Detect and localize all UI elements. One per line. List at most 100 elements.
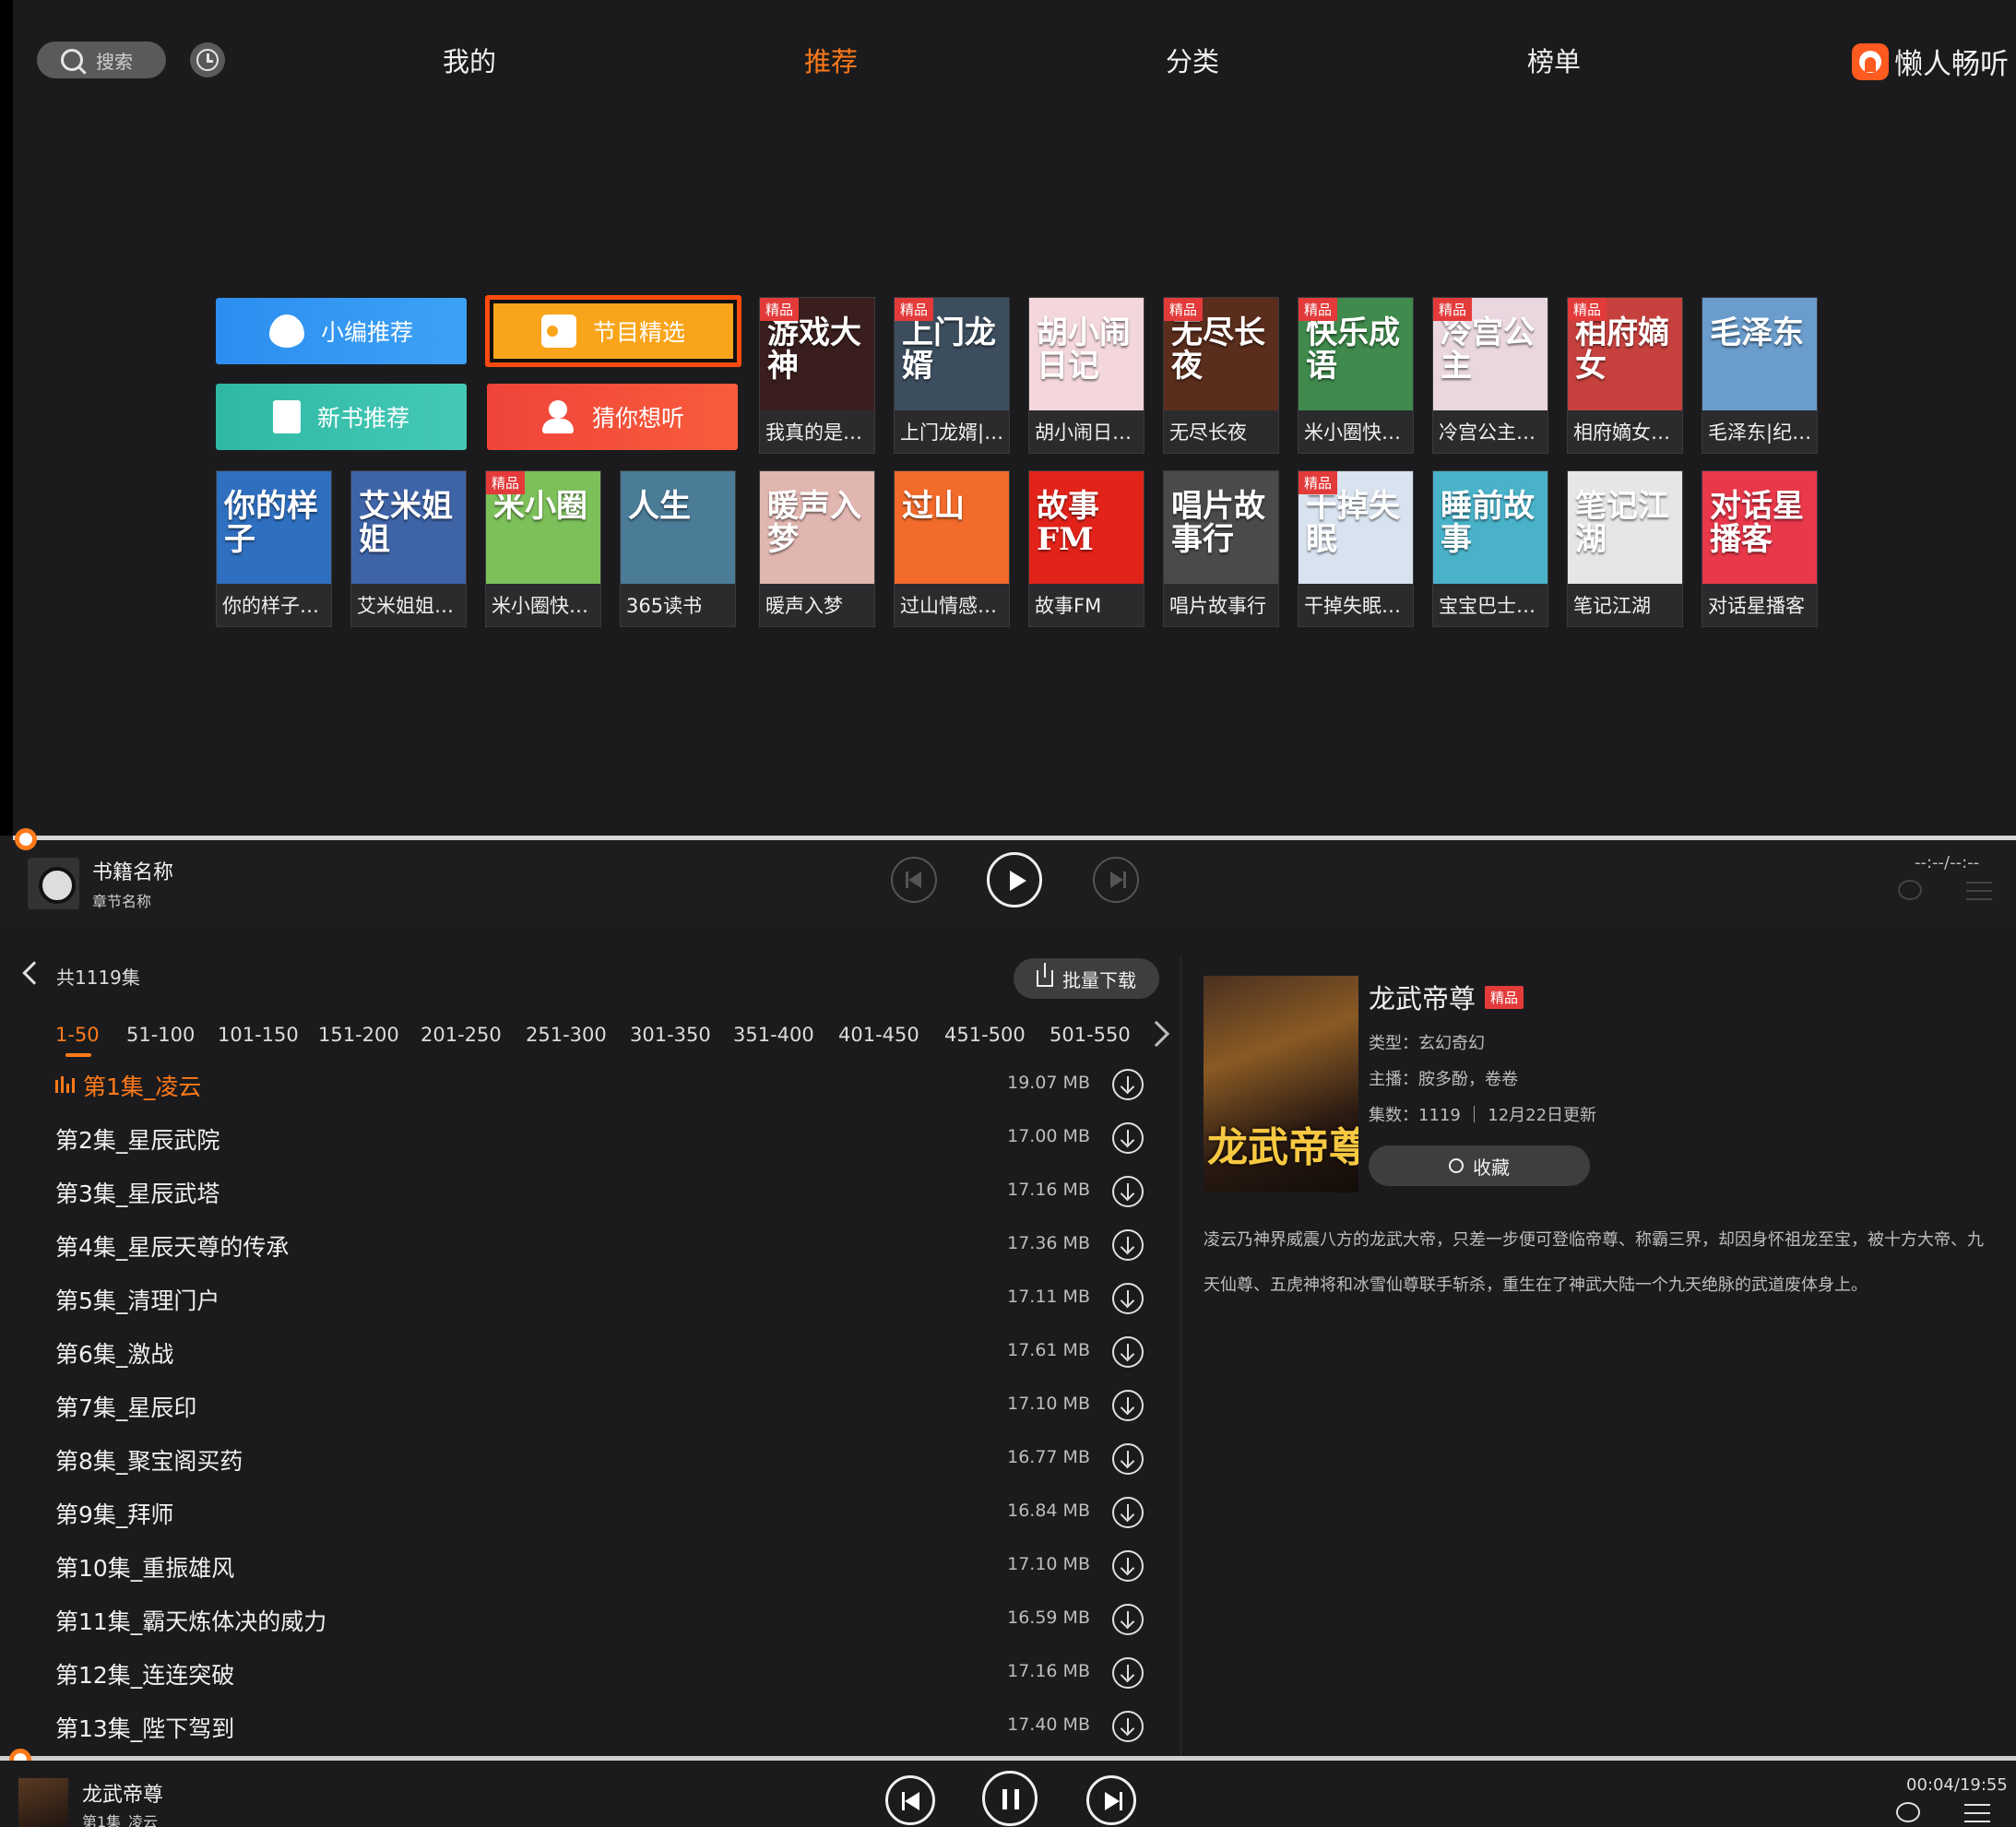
range-tab[interactable]: 401-450: [838, 1024, 919, 1046]
tab-mine[interactable]: 我的: [443, 41, 496, 79]
range-tab[interactable]: 451-500: [944, 1024, 1026, 1046]
mini-chapter-name: 章节名称: [92, 893, 152, 910]
prev-track-icon[interactable]: [885, 1775, 935, 1825]
new-books-button[interactable]: 新书推荐: [216, 384, 467, 450]
range-tab[interactable]: 51-100: [126, 1024, 195, 1046]
episode-title: 第1集_凌云: [83, 1074, 202, 1100]
editor-picks-button[interactable]: 小编推荐: [216, 298, 467, 364]
book-tile[interactable]: 干掉失眠 精品 干掉失眠…: [1298, 470, 1414, 627]
download-circle-icon[interactable]: [1112, 1390, 1144, 1421]
editor-picks-label: 小编推荐: [320, 319, 413, 346]
download-circle-icon[interactable]: [1112, 1711, 1144, 1742]
tab-category[interactable]: 分类: [1166, 41, 1219, 79]
episode-row[interactable]: 第5集_清理门户 17.11 MB: [55, 1272, 1144, 1325]
prev-icon[interactable]: [891, 857, 937, 903]
book-tile-cover-text: 无尽长夜: [1171, 314, 1265, 385]
top-progress-knob[interactable]: [15, 828, 37, 850]
episode-row[interactable]: 第8集_聚宝阁买药 16.77 MB: [55, 1432, 1144, 1486]
book-tile[interactable]: 故事FM 故事FM: [1028, 470, 1144, 627]
book-cover-text: 龙武帝尊: [1207, 1124, 1358, 1171]
book-tile[interactable]: 人生 365读书: [620, 470, 736, 627]
book-tile[interactable]: 相府嫡女 精品 相府嫡女…: [1567, 297, 1683, 454]
list-icon[interactable]: [1964, 1804, 1990, 1822]
download-circle-icon[interactable]: [1112, 1229, 1144, 1261]
book-tile-caption: 你的样子…: [222, 595, 319, 617]
download-circle-icon[interactable]: [1112, 1604, 1144, 1635]
episode-row[interactable]: 第12集_连连突破 17.16 MB: [55, 1646, 1144, 1700]
mini-book-cover[interactable]: [18, 1778, 68, 1827]
download-circle-icon[interactable]: [1112, 1657, 1144, 1689]
book-title-row: 龙武帝尊 精品: [1369, 978, 1524, 1016]
range-tab[interactable]: 301-350: [630, 1024, 711, 1046]
range-tab[interactable]: 351-400: [733, 1024, 814, 1046]
book-tile[interactable]: 胡小闹日记 胡小闹日…: [1028, 297, 1144, 454]
book-tile[interactable]: 对话星播客 对话星播客: [1702, 470, 1818, 627]
batch-download-button[interactable]: 批量下载: [1014, 958, 1159, 999]
favorite-button[interactable]: 收藏: [1369, 1145, 1590, 1186]
book-tile[interactable]: 你的样子 你的样子…: [216, 470, 332, 627]
download-circle-icon[interactable]: [1112, 1443, 1144, 1475]
range-tab[interactable]: 251-300: [526, 1024, 607, 1046]
next-track-icon[interactable]: [1086, 1775, 1136, 1825]
download-circle-icon[interactable]: [1112, 1283, 1144, 1314]
range-tab[interactable]: 501-550: [1050, 1024, 1131, 1046]
episode-size: 17.10 MB: [1007, 1554, 1090, 1574]
book-tile-cover: 对话星播客: [1702, 471, 1817, 584]
book-tile[interactable]: 游戏大神 精品 我真的是…: [759, 297, 875, 454]
book-tile[interactable]: 冷宫公主 精品 冷宫公主…: [1432, 297, 1548, 454]
download-circle-icon[interactable]: [1112, 1550, 1144, 1582]
book-tile[interactable]: 睡前故事 宝宝巴士…: [1432, 470, 1548, 627]
favorite-add-icon[interactable]: [1896, 1802, 1920, 1822]
favorite-icon[interactable]: [1898, 880, 1922, 900]
playing-bars-icon: [55, 1076, 77, 1093]
episode-row[interactable]: 第13集_陛下驾到 17.40 MB: [55, 1700, 1144, 1753]
episode-row[interactable]: 第2集_星辰武院 17.00 MB: [55, 1111, 1144, 1165]
top-progress-bar[interactable]: [13, 836, 2016, 840]
book-tile[interactable]: 无尽长夜 精品 无尽长夜: [1163, 297, 1279, 454]
download-circle-icon[interactable]: [1112, 1122, 1144, 1154]
search-box[interactable]: 搜索: [37, 42, 166, 78]
range-tab[interactable]: 101-150: [218, 1024, 299, 1046]
episode-row[interactable]: 第11集_霸天炼体决的威力 16.59 MB: [55, 1593, 1144, 1646]
episode-row[interactable]: 第9集_拜师 16.84 MB: [55, 1486, 1144, 1539]
premium-badge: 精品: [1299, 298, 1338, 321]
playlist-icon[interactable]: [1966, 882, 1992, 900]
range-tab[interactable]: 201-250: [421, 1024, 502, 1046]
download-circle-icon[interactable]: [1112, 1176, 1144, 1207]
range-tab[interactable]: 1-50: [55, 1024, 100, 1046]
tab-recommend[interactable]: 推荐: [804, 41, 858, 79]
book-tile-caption: 故事FM: [1035, 595, 1102, 617]
book-tile[interactable]: 毛泽东 毛泽东|纪…: [1702, 297, 1818, 454]
guess-you-like-button[interactable]: 猜你想听: [487, 384, 738, 450]
episode-row[interactable]: 第7集_星辰印 17.10 MB: [55, 1379, 1144, 1432]
book-tile[interactable]: 暖声入梦 暖声入梦: [759, 470, 875, 627]
episode-row[interactable]: 第3集_星辰武塔 17.16 MB: [55, 1165, 1144, 1218]
pause-icon[interactable]: [982, 1771, 1038, 1826]
episode-row[interactable]: 第4集_星辰天尊的传承 17.36 MB: [55, 1218, 1144, 1272]
book-tile[interactable]: 唱片故事行 唱片故事行: [1163, 470, 1279, 627]
episode-title: 第4集_星辰天尊的传承: [55, 1234, 290, 1261]
book-tile[interactable]: 快乐成语 精品 米小圈快…: [1298, 297, 1414, 454]
history-button[interactable]: [190, 42, 225, 77]
batch-download-label: 批量下载: [1062, 968, 1136, 991]
book-tile[interactable]: 笔记江湖 笔记江湖: [1567, 470, 1683, 627]
episode-size: 17.16 MB: [1007, 1180, 1090, 1200]
episode-size: 17.10 MB: [1007, 1394, 1090, 1414]
headphone-avatar-icon[interactable]: [28, 858, 79, 909]
episode-row[interactable]: 第10集_重振雄风 17.10 MB: [55, 1539, 1144, 1593]
download-circle-icon[interactable]: [1112, 1336, 1144, 1368]
tab-ranking[interactable]: 榜单: [1527, 41, 1581, 79]
episode-row[interactable]: 第6集_激战 17.61 MB: [55, 1325, 1144, 1379]
download-circle-icon[interactable]: [1112, 1497, 1144, 1528]
book-tile[interactable]: 艾米姐姐 艾米姐姐…: [350, 470, 467, 627]
range-tab[interactable]: 151-200: [318, 1024, 399, 1046]
next-icon[interactable]: [1093, 857, 1139, 903]
book-tile[interactable]: 过山 过山情感…: [894, 470, 1010, 627]
download-circle-icon[interactable]: [1112, 1069, 1144, 1100]
mini-book-name: 书籍名称: [92, 861, 174, 884]
program-picks-button[interactable]: 节目精选: [485, 295, 741, 367]
book-tile[interactable]: 米小圈 精品 米小圈快…: [485, 470, 601, 627]
play-icon[interactable]: [987, 852, 1042, 908]
book-tile[interactable]: 上门龙婿 精品 上门龙婿|…: [894, 297, 1010, 454]
episode-row[interactable]: 第1集_凌云 19.07 MB: [55, 1058, 1144, 1111]
